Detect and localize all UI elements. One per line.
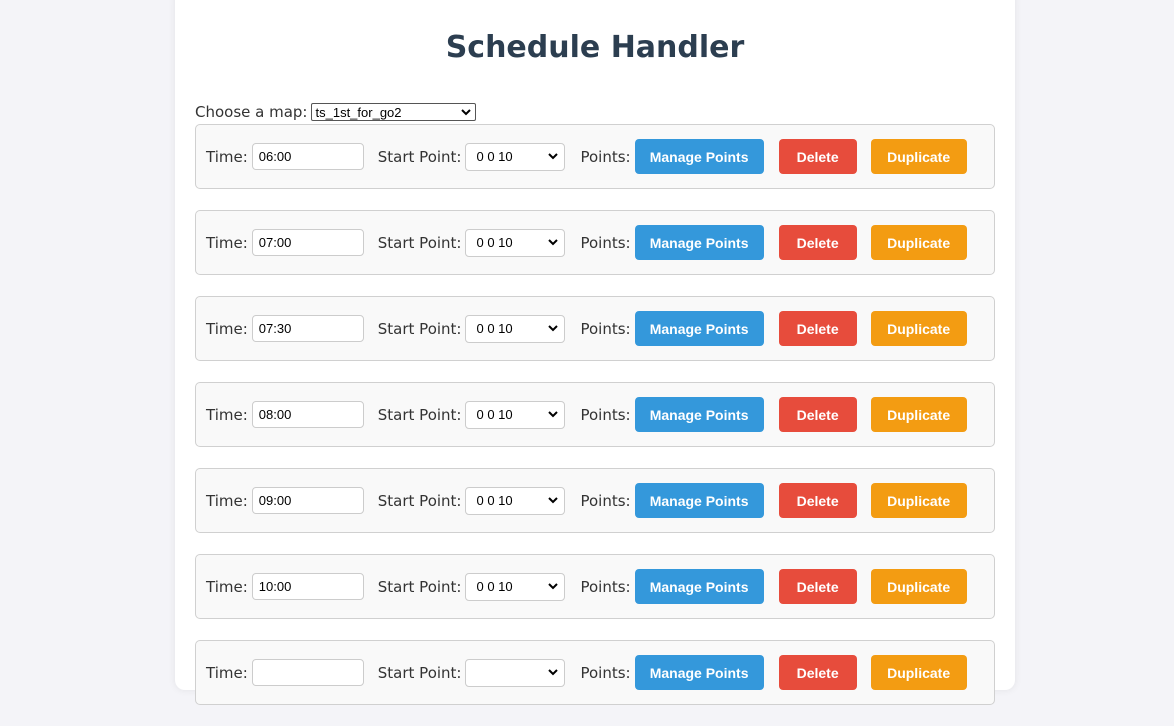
time-input[interactable]: 06:00 [251,143,364,170]
schedule-row: Time: 07:30 Start Point: 0 0 10 Points: … [195,296,995,361]
duplicate-button[interactable]: Duplicate [870,655,967,690]
map-chooser: Choose a map: ts_1st_for_go2 [195,103,476,121]
duplicate-button[interactable]: Duplicate [870,397,967,432]
schedule-row: Time: 10:00 Start Point: 0 0 10 Points: … [195,554,995,619]
chevron-down-icon [548,153,559,160]
points-label: Points: [580,147,631,166]
time-value: 10:00 [258,579,292,594]
start-point-label: Start Point: [377,405,462,424]
time-value: 07:30 [258,321,292,336]
schedule-row: Time: 07:00 Start Point: 0 0 10 Points: … [195,210,995,275]
schedule-row: Time: Start Point: Points: Manage Points… [195,640,995,705]
start-point-select[interactable]: 0 0 10 [465,142,566,171]
map-label: Choose a map: [195,103,308,121]
time-label: Time: [206,491,248,510]
start-point-select[interactable] [465,658,566,687]
start-point-value: 0 0 10 [476,407,513,422]
time-value: 07:00 [258,235,292,250]
chevron-down-icon [548,325,559,332]
time-label: Time: [206,577,248,596]
map-select[interactable]: ts_1st_for_go2 [310,103,476,121]
chevron-down-icon [548,669,559,676]
start-point-label: Start Point: [377,491,462,510]
duplicate-button[interactable]: Duplicate [870,225,967,260]
chevron-down-icon [548,239,559,246]
start-point-label: Start Point: [377,147,462,166]
schedule-card: Schedule Handler Choose a map: ts_1st_fo… [175,0,1015,705]
time-label: Time: [206,663,248,682]
duplicate-button[interactable]: Duplicate [870,139,967,174]
time-label: Time: [206,147,248,166]
start-point-label: Start Point: [377,663,462,682]
time-input[interactable]: 07:00 [251,229,364,256]
time-label: Time: [206,233,248,252]
time-input[interactable]: 08:00 [251,401,364,428]
manage-points-button[interactable]: Manage Points [634,569,764,604]
start-point-label: Start Point: [377,577,462,596]
chevron-down-icon [548,411,559,418]
manage-points-button[interactable]: Manage Points [634,311,764,346]
points-label: Points: [580,405,631,424]
time-input[interactable]: 10:00 [251,573,364,600]
schedule-list: Time: 06:00 Start Point: 0 0 10 Points: … [195,124,995,726]
delete-button[interactable]: Delete [778,311,857,346]
schedule-row: Time: 09:00 Start Point: 0 0 10 Points: … [195,468,995,533]
start-point-select[interactable]: 0 0 10 [465,486,566,515]
manage-points-button[interactable]: Manage Points [634,397,764,432]
manage-points-button[interactable]: Manage Points [634,483,764,518]
duplicate-button[interactable]: Duplicate [870,483,967,518]
start-point-value: 0 0 10 [476,493,513,508]
start-point-select[interactable]: 0 0 10 [465,228,566,257]
schedule-row: Time: 08:00 Start Point: 0 0 10 Points: … [195,382,995,447]
delete-button[interactable]: Delete [778,655,857,690]
map-select-value: ts_1st_for_go2 [315,104,402,120]
start-point-select[interactable]: 0 0 10 [465,572,566,601]
manage-points-button[interactable]: Manage Points [634,225,764,260]
time-input[interactable]: 07:30 [251,315,364,342]
start-point-label: Start Point: [377,233,462,252]
start-point-label: Start Point: [377,319,462,338]
delete-button[interactable]: Delete [778,225,857,260]
time-input[interactable] [251,659,364,686]
points-label: Points: [580,577,631,596]
time-value: 06:00 [258,149,292,164]
page-title: Schedule Handler [445,30,745,65]
delete-button[interactable]: Delete [778,569,857,604]
points-label: Points: [580,319,631,338]
chevron-down-icon [548,497,559,504]
time-label: Time: [206,405,248,424]
start-point-value: 0 0 10 [476,149,513,164]
time-label: Time: [206,319,248,338]
delete-button[interactable]: Delete [778,139,857,174]
delete-button[interactable]: Delete [778,397,857,432]
schedule-row: Time: 06:00 Start Point: 0 0 10 Points: … [195,124,995,189]
chevron-down-icon [460,108,471,115]
time-input[interactable]: 09:00 [251,487,364,514]
manage-points-button[interactable]: Manage Points [634,139,764,174]
manage-points-button[interactable]: Manage Points [634,655,764,690]
time-value: 09:00 [258,493,292,508]
delete-button[interactable]: Delete [778,483,857,518]
points-label: Points: [580,491,631,510]
chevron-down-icon [548,583,559,590]
start-point-value: 0 0 10 [476,579,513,594]
duplicate-button[interactable]: Duplicate [870,569,967,604]
start-point-value: 0 0 10 [476,235,513,250]
start-point-value: 0 0 10 [476,321,513,336]
time-value: 08:00 [258,407,292,422]
start-point-select[interactable]: 0 0 10 [465,400,566,429]
points-label: Points: [580,663,631,682]
start-point-select[interactable]: 0 0 10 [465,314,566,343]
points-label: Points: [580,233,631,252]
duplicate-button[interactable]: Duplicate [870,311,967,346]
